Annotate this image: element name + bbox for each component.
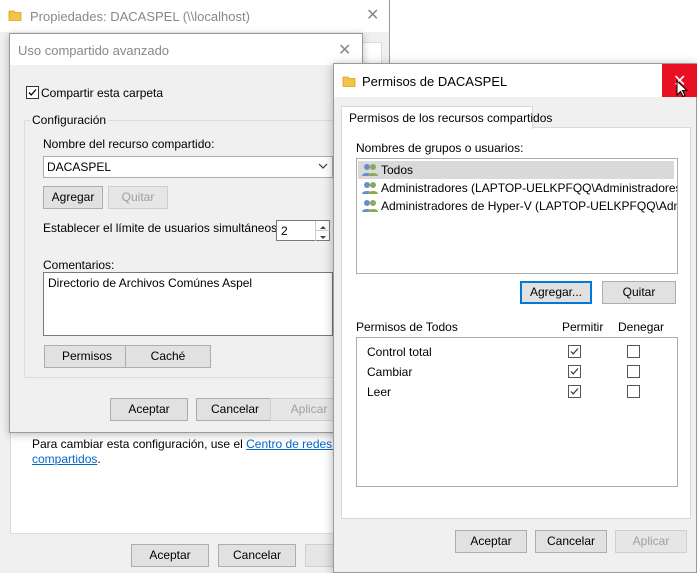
permissions-titlebar: Permisos de DACASPEL ✕ [334, 64, 697, 98]
remove-share-button[interactable]: Quitar [108, 186, 168, 209]
advanced-titlebar: Uso compartido avanzado ✕ [10, 34, 362, 65]
share-name-label: Nombre del recurso compartido: [43, 137, 215, 151]
properties-titlebar: Propiedades: DACASPEL (\\localhost) ✕ [0, 0, 389, 32]
spin-up-icon[interactable] [315, 221, 330, 230]
comments-label: Comentarios: [43, 258, 115, 272]
allow-checkbox[interactable] [568, 365, 581, 378]
allow-checkbox[interactable] [568, 345, 581, 358]
comments-textarea[interactable]: Directorio de Archivos Comúnes Aspel [43, 272, 333, 336]
permissions-table: Control total Cambiar Leer [356, 337, 678, 487]
user-limit-spinner[interactable]: 2 [276, 220, 330, 241]
properties-cancel-button[interactable]: Cancelar [218, 544, 296, 567]
advanced-title: Uso compartido avanzado [18, 43, 170, 58]
configuration-legend: Configuración [30, 113, 109, 127]
close-button[interactable]: ✕ [662, 64, 697, 98]
permissions-header: Permisos de Todos [356, 320, 458, 334]
allow-checkbox[interactable] [568, 385, 581, 398]
tab-panel: Nombres de grupos o usuarios: Todos Admi… [341, 127, 691, 519]
share-name-value: DACASPEL [47, 160, 112, 174]
properties-ok-button[interactable]: Aceptar [131, 544, 209, 567]
spin-down-icon[interactable] [315, 230, 330, 241]
permissions-button[interactable]: Permisos [44, 345, 130, 368]
share-folder-checkbox[interactable] [26, 86, 39, 99]
permission-name: Leer [367, 385, 392, 399]
info-text-line2: compartidos. [32, 452, 101, 466]
cache-button[interactable]: Caché [125, 345, 211, 368]
advanced-cancel-button[interactable]: Cancelar [196, 398, 274, 421]
advanced-sharing-dialog: Uso compartido avanzado ✕ Compartir esta… [9, 33, 363, 433]
deny-checkbox[interactable] [627, 365, 640, 378]
properties-title: Propiedades: DACASPEL (\\localhost) [30, 9, 250, 24]
close-icon[interactable]: ✕ [366, 5, 379, 25]
users-icon [362, 198, 378, 217]
folder-icon [342, 74, 356, 91]
user-limit-value: 2 [281, 224, 288, 238]
permission-name: Control total [367, 345, 432, 359]
list-item[interactable]: Todos [358, 161, 674, 179]
users-list[interactable]: Todos Administradores (LAPTOP-UELKPFQQ\A… [356, 158, 678, 274]
advanced-ok-button[interactable]: Aceptar [110, 398, 188, 421]
permissions-cancel-button[interactable]: Cancelar [535, 530, 607, 553]
shared-link[interactable]: compartidos [32, 452, 97, 466]
deny-column-header: Denegar [618, 320, 665, 334]
groups-label: Nombres de grupos o usuarios: [356, 141, 524, 155]
allow-column-header: Permitir [562, 320, 604, 334]
comments-value: Directorio de Archivos Comúnes Aspel [48, 276, 253, 290]
folder-icon [8, 8, 22, 25]
permissions-apply-button[interactable]: Aplicar [615, 530, 687, 553]
tab-share-permissions[interactable]: Permisos de los recursos compartidos [341, 106, 552, 129]
permissions-title: Permisos de DACASPEL [362, 74, 508, 89]
share-folder-label: Compartir esta carpeta [41, 86, 164, 100]
add-share-button[interactable]: Agregar [43, 186, 103, 209]
cursor-icon [676, 79, 689, 101]
permissions-ok-button[interactable]: Aceptar [455, 530, 527, 553]
deny-checkbox[interactable] [627, 345, 640, 358]
user-limit-label: Establecer el límite de usuarios simultá… [43, 221, 298, 235]
close-icon[interactable]: ✕ [338, 40, 351, 60]
permission-name: Cambiar [367, 365, 413, 379]
list-item[interactable]: Administradores (LAPTOP-UELKPFQQ\Adminis… [358, 179, 677, 197]
share-name-select[interactable]: DACASPEL [43, 156, 333, 178]
add-user-button[interactable]: Agregar... [520, 281, 592, 304]
remove-user-button[interactable]: Quitar [602, 281, 676, 304]
permissions-dialog: Permisos de DACASPEL ✕ Permisos de los r… [333, 63, 697, 573]
chevron-down-icon [318, 160, 328, 175]
deny-checkbox[interactable] [627, 385, 640, 398]
list-item[interactable]: Administradores de Hyper-V (LAPTOP-UELKP… [358, 197, 677, 217]
